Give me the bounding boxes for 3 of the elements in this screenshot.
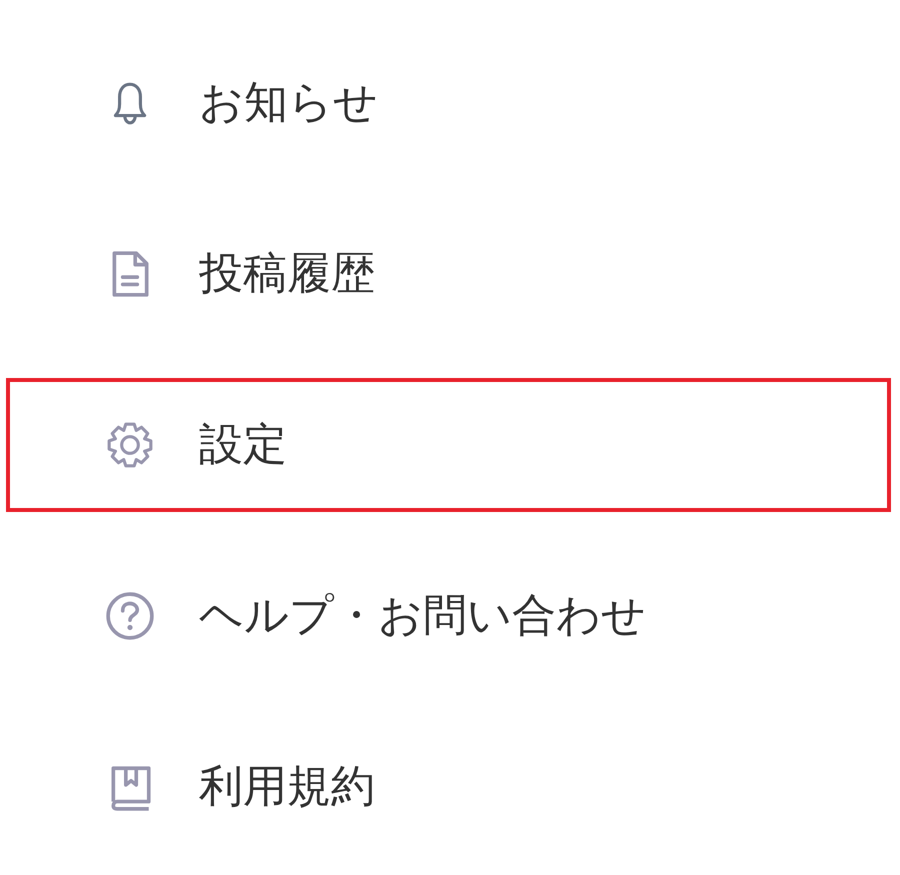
help-icon — [105, 591, 155, 641]
gear-icon — [105, 420, 155, 470]
menu-item[interactable]: 設定 — [6, 378, 891, 512]
